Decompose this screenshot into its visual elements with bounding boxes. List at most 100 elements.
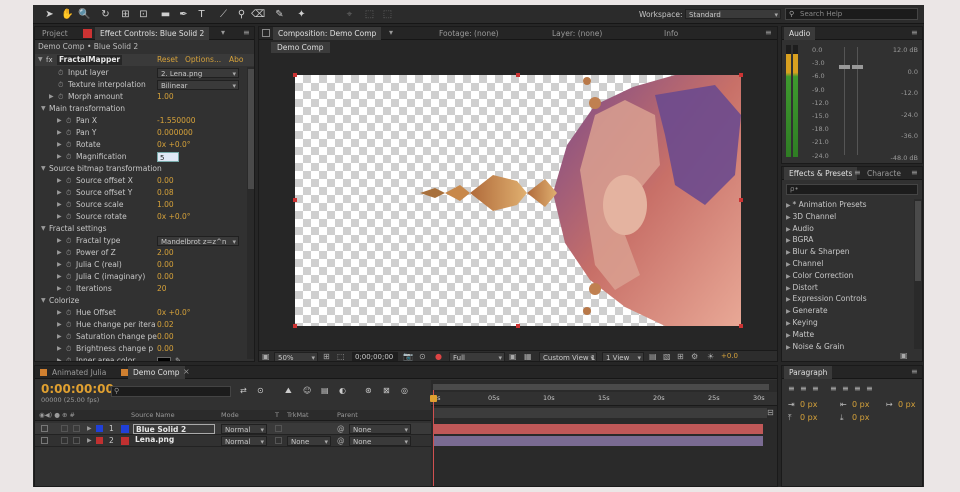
expand-property-icon[interactable]: ▶ bbox=[57, 175, 62, 187]
layer-label-color[interactable] bbox=[96, 425, 103, 432]
expand-property-icon[interactable]: ▶ bbox=[57, 355, 62, 361]
column-source-name[interactable]: Source Name bbox=[131, 411, 175, 419]
space-before-value[interactable]: 0 px bbox=[800, 413, 817, 422]
expand-property-icon[interactable]: ▶ bbox=[49, 91, 54, 103]
expand-property-icon[interactable]: ▶ bbox=[57, 211, 62, 223]
rotate-tool-icon[interactable]: ↻ bbox=[99, 8, 112, 21]
audio-panel-menu-icon[interactable]: ≡ bbox=[911, 28, 918, 37]
indent-left-value[interactable]: 0 px bbox=[800, 400, 817, 409]
layer-handle-bc[interactable] bbox=[516, 324, 520, 328]
effect-controls-scrollbar[interactable] bbox=[247, 67, 254, 359]
effects-category-item[interactable]: ▶ Color Correction bbox=[786, 270, 853, 282]
hand-tool-icon[interactable]: ✋ bbox=[61, 8, 74, 21]
tab-layer[interactable]: Layer: (none) bbox=[547, 27, 607, 40]
parent-dropdown[interactable]: None bbox=[349, 424, 411, 435]
workspace-dropdown[interactable]: Standard bbox=[685, 9, 781, 20]
expand-property-icon[interactable]: ▶ bbox=[57, 151, 62, 163]
show-snapshot-icon[interactable]: ⊙ bbox=[419, 352, 426, 361]
expand-property-icon[interactable]: ▶ bbox=[57, 187, 62, 199]
brush-tool-icon[interactable]: ⟋ bbox=[217, 8, 230, 21]
rectangle-tool-icon[interactable]: ▬ bbox=[159, 8, 172, 21]
property-dropdown[interactable]: 2. Lena.png bbox=[157, 68, 239, 79]
expand-property-icon[interactable]: ▶ bbox=[57, 139, 62, 151]
toggle-pixel-aspect-icon[interactable]: ▤ bbox=[649, 352, 657, 361]
property-value[interactable]: 0.000000 bbox=[157, 127, 193, 139]
property-value[interactable]: 0.00 bbox=[157, 343, 174, 355]
stopwatch-icon[interactable]: ⏱ bbox=[66, 127, 71, 139]
layer-handle-bl[interactable] bbox=[293, 324, 297, 328]
expand-property-icon[interactable]: ▶ bbox=[57, 331, 62, 343]
exposure-icon[interactable]: ☀ bbox=[707, 352, 714, 361]
pick-whip-icon[interactable]: @ bbox=[337, 435, 345, 447]
expand-group-icon[interactable]: ▼ bbox=[41, 163, 46, 175]
space-after-value[interactable]: 0 px bbox=[852, 413, 869, 422]
indent-right-value[interactable]: 0 px bbox=[852, 400, 869, 409]
expand-effect-icon[interactable]: ▼ bbox=[38, 54, 43, 66]
column-trkmat[interactable]: TrkMat bbox=[287, 411, 309, 419]
effects-category-item[interactable]: ▶ * Animation Presets bbox=[786, 199, 867, 211]
resolution-dropdown[interactable]: Full bbox=[449, 352, 505, 361]
camera-tool-icon[interactable]: ⊞ bbox=[119, 8, 132, 21]
parent-dropdown[interactable]: None bbox=[349, 436, 411, 447]
expand-group-icon[interactable]: ▼ bbox=[41, 223, 46, 235]
property-dropdown[interactable]: Bilinear bbox=[157, 80, 239, 91]
stopwatch-icon[interactable]: ⏱ bbox=[66, 343, 71, 355]
preserve-transparency-toggle[interactable] bbox=[275, 425, 282, 432]
type-tool-icon[interactable]: T bbox=[195, 8, 208, 21]
property-value[interactable]: 0.00 bbox=[157, 331, 174, 343]
view-dropdown[interactable]: Custom View 1 bbox=[539, 352, 597, 361]
tab-audio[interactable]: Audio bbox=[784, 27, 816, 40]
zoom-tool-icon[interactable]: 🔍 bbox=[78, 8, 91, 21]
property-edit-field[interactable]: 5 bbox=[157, 152, 179, 162]
lock-toggle-icon[interactable] bbox=[73, 437, 80, 444]
panel-menu-icon[interactable]: ≡ bbox=[243, 28, 250, 37]
playhead[interactable] bbox=[433, 390, 434, 486]
new-folder-icon[interactable]: ▣ bbox=[900, 351, 908, 360]
effects-tab-menu-icon[interactable]: ≡ bbox=[854, 168, 861, 177]
layer-mode-dropdown[interactable]: Normal bbox=[221, 424, 267, 435]
fast-previews-icon[interactable]: ▧ bbox=[663, 352, 671, 361]
comp-panel-menu-icon[interactable]: ≡ bbox=[765, 28, 772, 37]
stopwatch-icon[interactable]: ⏱ bbox=[66, 115, 71, 127]
stopwatch-icon[interactable]: ⏱ bbox=[66, 175, 71, 187]
stopwatch-icon[interactable]: ⏱ bbox=[66, 247, 71, 259]
effects-category-item[interactable]: ▶ Noise & Grain bbox=[786, 341, 844, 353]
shy-layers-icon[interactable]: ☺ bbox=[303, 386, 311, 395]
transparency-grid-icon[interactable]: ▦ bbox=[524, 352, 532, 361]
color-swatch[interactable] bbox=[157, 357, 171, 361]
pick-whip-icon[interactable]: @ bbox=[337, 423, 345, 435]
expand-property-icon[interactable]: ▶ bbox=[57, 271, 62, 283]
expand-property-icon[interactable]: ▶ bbox=[57, 319, 62, 331]
timeline-layer-row[interactable]: ▶ 2 Lena.png Normal None @ None bbox=[35, 435, 431, 447]
property-value[interactable]: 1.00 bbox=[157, 199, 174, 211]
timeline-search-field[interactable]: ⚲ bbox=[111, 386, 231, 397]
timeline-layer-row[interactable]: ▶ 1 Blue Solid 2 Normal @ None bbox=[35, 423, 431, 435]
effects-category-item[interactable]: ▶ Channel bbox=[786, 258, 823, 270]
exposure-value[interactable]: +0.0 bbox=[721, 352, 738, 360]
property-value[interactable]: 1.00 bbox=[157, 91, 174, 103]
stopwatch-icon[interactable]: ⏱ bbox=[66, 271, 71, 283]
column-t[interactable]: T bbox=[275, 411, 279, 419]
effects-category-item[interactable]: ▶ Audio bbox=[786, 223, 814, 235]
solo-toggle-icon[interactable] bbox=[61, 437, 68, 444]
stopwatch-icon[interactable]: ⏱ bbox=[66, 283, 71, 295]
layer-expand-icon[interactable]: ▶ bbox=[87, 423, 92, 435]
justify-left-icon[interactable]: ≡ bbox=[830, 384, 837, 393]
draft-3d-icon[interactable]: ⛰ bbox=[285, 386, 292, 396]
effects-scrollbar[interactable] bbox=[914, 199, 922, 349]
region-of-interest-icon[interactable]: ▣ bbox=[509, 352, 517, 361]
tab-character[interactable]: Characte bbox=[862, 167, 906, 180]
stopwatch-icon[interactable]: ⏱ bbox=[66, 331, 71, 343]
graph-editor-icon[interactable]: ⊠ bbox=[383, 386, 390, 395]
about-link[interactable]: Abo bbox=[229, 54, 243, 66]
tab-effects-presets[interactable]: Effects & Presets bbox=[784, 167, 858, 180]
tab-paragraph[interactable]: Paragraph bbox=[784, 366, 833, 379]
property-value[interactable]: 2.00 bbox=[157, 247, 174, 259]
align-center-icon[interactable]: ≡ bbox=[800, 384, 807, 393]
tab-animated-julia[interactable]: Animated Julia bbox=[47, 366, 111, 379]
stopwatch-icon[interactable]: ⏱ bbox=[66, 355, 71, 361]
stopwatch-icon[interactable]: ⏱ bbox=[66, 235, 71, 247]
timeline-tab-close-icon[interactable]: × bbox=[183, 367, 190, 376]
frame-blending-icon[interactable]: ▤ bbox=[321, 386, 329, 395]
tab-composition[interactable]: Composition: Demo Comp bbox=[273, 27, 382, 40]
